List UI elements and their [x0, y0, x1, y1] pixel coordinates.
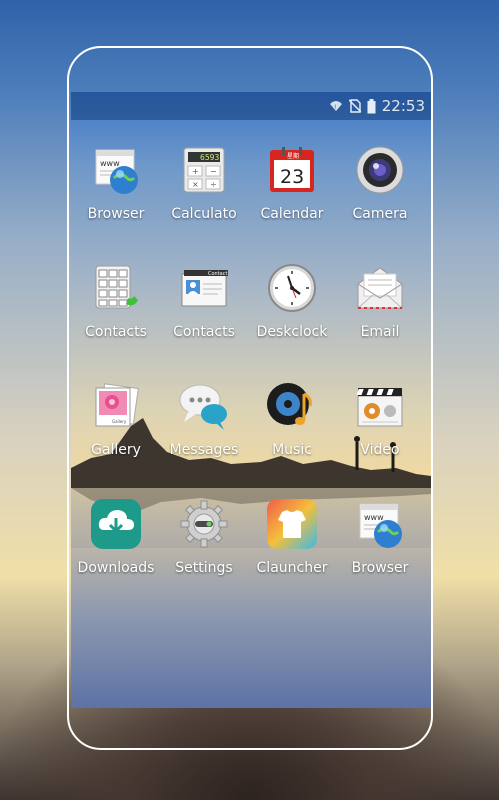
app-label: Calendar [260, 206, 324, 222]
gallery-icon: Gallery [90, 380, 142, 432]
app-label: Settings [175, 560, 233, 576]
app-label: Gallery [91, 442, 141, 458]
calendar-icon: 星期 23 [266, 144, 318, 196]
app-row: Contacts Contact Contacts Deskclock Emai… [71, 262, 431, 380]
app-label: Video [360, 442, 400, 458]
home-screen: ! 22:53 www Browser 6593 + − × ÷ Calcula… [71, 92, 431, 708]
svg-text:÷: ÷ [210, 180, 217, 189]
app-label: Calculato [171, 206, 237, 222]
app-video[interactable]: Video [335, 380, 425, 458]
battery-icon [367, 98, 376, 113]
svg-text:×: × [192, 180, 199, 189]
app-label: Contacts [85, 324, 147, 340]
email-icon [354, 262, 406, 314]
app-browser-2[interactable]: www Browser [335, 498, 425, 576]
svg-text:Gallery: Gallery [112, 419, 127, 424]
video-icon [354, 380, 406, 432]
app-label: Browser [351, 560, 409, 576]
app-grid: www Browser 6593 + − × ÷ Calculato 星期 23… [71, 144, 431, 616]
svg-text:+: + [192, 167, 199, 176]
app-label: Camera [352, 206, 408, 222]
svg-text:Contact: Contact [208, 271, 227, 277]
app-label: Music [272, 442, 312, 458]
app-label: Deskclock [256, 324, 328, 340]
clock-icon [266, 262, 318, 314]
app-music[interactable]: Music [247, 380, 337, 458]
app-settings[interactable]: Settings [159, 498, 249, 576]
svg-text:www: www [364, 513, 384, 522]
app-calculator[interactable]: 6593 + − × ÷ Calculato [159, 144, 249, 222]
app-clauncher[interactable]: Clauncher [247, 498, 337, 576]
svg-text:23: 23 [280, 166, 304, 188]
settings-icon [178, 498, 230, 550]
app-gallery[interactable]: Gallery Gallery [71, 380, 161, 458]
camera-icon [354, 144, 406, 196]
app-calendar[interactable]: 星期 23 Calendar [247, 144, 337, 222]
app-browser[interactable]: www Browser [71, 144, 161, 222]
browser-icon: www [90, 144, 142, 196]
app-row: Downloads Settings Clauncher www Browser [71, 498, 431, 616]
app-downloads[interactable]: Downloads [71, 498, 161, 576]
svg-text:!: ! [334, 104, 336, 111]
status-bar: ! 22:53 [71, 92, 431, 120]
app-label: Messages [169, 442, 239, 458]
svg-text:6593: 6593 [200, 153, 219, 162]
download-icon [90, 498, 142, 550]
browser-icon: www [354, 498, 406, 550]
dialpad-icon [90, 262, 142, 314]
app-label: Browser [87, 206, 145, 222]
calculator-icon: 6593 + − × ÷ [178, 144, 230, 196]
messages-icon [178, 380, 230, 432]
launcher-shirt-icon [266, 498, 318, 550]
app-email[interactable]: Email [335, 262, 425, 340]
music-icon [266, 380, 318, 432]
app-label: Clauncher [256, 560, 328, 576]
app-deskclock[interactable]: Deskclock [247, 262, 337, 340]
contacts-card-icon: Contact [178, 262, 230, 314]
app-dialer[interactable]: Contacts [71, 262, 161, 340]
app-label: Contacts [173, 324, 235, 340]
status-clock: 22:53 [381, 97, 425, 115]
phone-frame: ! 22:53 www Browser 6593 + − × ÷ Calcula… [67, 46, 433, 750]
svg-text:星期: 星期 [287, 152, 299, 160]
app-messages[interactable]: Messages [159, 380, 249, 458]
svg-text:www: www [100, 159, 120, 168]
app-row: www Browser 6593 + − × ÷ Calculato 星期 23… [71, 144, 431, 262]
no-sim-icon [348, 99, 361, 113]
wifi-icon: ! [329, 101, 342, 111]
svg-text:−: − [210, 167, 217, 176]
app-row: Gallery Gallery Messages Music Video [71, 380, 431, 498]
app-label: Downloads [77, 560, 155, 576]
app-label: Email [360, 324, 400, 340]
app-contacts[interactable]: Contact Contacts [159, 262, 249, 340]
app-camera[interactable]: Camera [335, 144, 425, 222]
